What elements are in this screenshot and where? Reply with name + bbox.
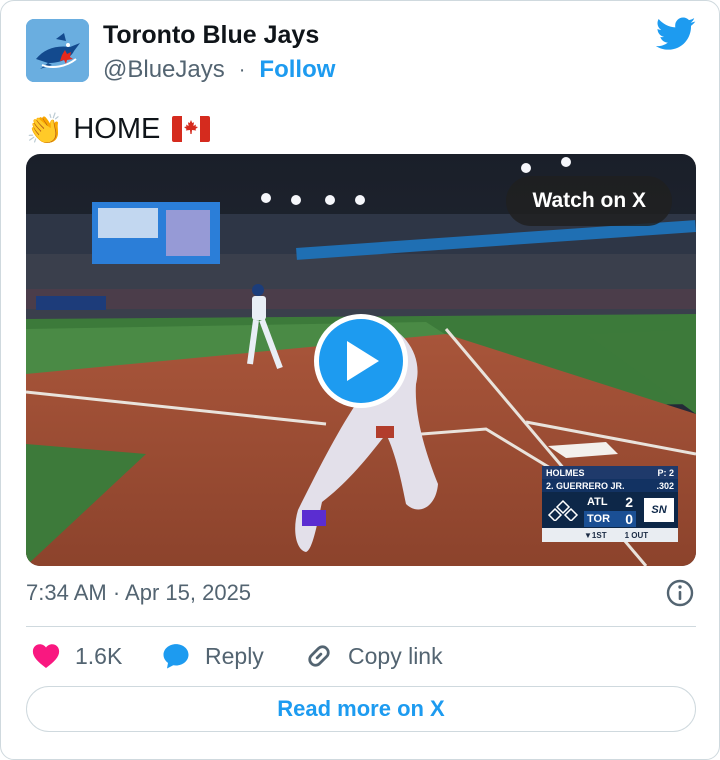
tweet-text: 👏 HOME [26,109,211,149]
batter-name: 2. GUERRERO JR. [546,480,625,491]
network-logo: SN [644,498,674,522]
author-handle-row: @BlueJays · Follow [103,56,335,84]
away-team-row: ATL 2 [584,494,636,510]
blue-jays-avatar[interactable] [26,19,89,82]
reply-button[interactable]: Reply [161,638,264,674]
pitch-count: P: 2 [657,467,674,478]
separator-dot: · [238,58,246,81]
home-team-row: TOR 0 [584,511,636,527]
batter-average: .302 [656,480,674,491]
blue-jays-logo-icon [26,19,89,82]
reply-bubble-icon [163,644,189,669]
outs: 1 OUT [624,530,649,540]
home-score: 0 [625,511,633,527]
maple-leaf-icon [184,120,199,134]
author-name[interactable]: Toronto Blue Jays [103,21,319,50]
heart-icon [32,644,60,668]
bases-diamond-icon [547,499,579,521]
read-more-button[interactable]: Read more on X [26,686,696,732]
info-icon[interactable] [665,578,695,608]
scorebug-score: ATL 2 TOR 0 SN [542,492,678,528]
pitcher-name: HOLMES [546,467,585,478]
play-button[interactable] [314,314,408,408]
watch-on-x-button[interactable]: Watch on X [506,176,672,226]
like-count: 1.6K [75,642,123,669]
tweet-timestamp[interactable]: 7:34 AM · Apr 15, 2025 [26,579,251,607]
scorebug-pitcher-row: HOLMES P: 2 [542,466,678,479]
embedded-tweet-card: Toronto Blue Jays @BlueJays · Follow 👏 H… [0,0,720,760]
link-icon [308,645,330,667]
away-score: 2 [625,494,633,510]
author-handle[interactable]: @BlueJays [103,56,225,84]
video-player[interactable]: Watch on X HOLMES P: 2 2. GUERRERO JR. .… [26,154,696,566]
copy-link-label: Copy link [348,642,443,669]
inning: ▼1ST [584,530,607,540]
reply-label: Reply [205,642,264,669]
follow-button[interactable]: Follow [259,56,335,84]
scorebug: HOLMES P: 2 2. GUERRERO JR. .302 ATL 2 T [542,466,678,542]
like-button[interactable]: 1.6K [31,638,122,674]
home-team: TOR [587,513,611,525]
clapping-hands-emoji: 👏 [26,111,64,147]
play-icon [347,341,379,381]
away-team: ATL [587,496,608,508]
canada-flag-icon [172,116,211,142]
scorebug-batter-row: 2. GUERRERO JR. .302 [542,479,678,492]
twitter-bird-icon[interactable] [656,17,696,51]
tweet-body: HOME [73,112,161,145]
divider [26,626,696,627]
copy-link-button[interactable]: Copy link [304,638,443,674]
scorebug-inning-row: ▼1ST 1 OUT [542,528,678,542]
